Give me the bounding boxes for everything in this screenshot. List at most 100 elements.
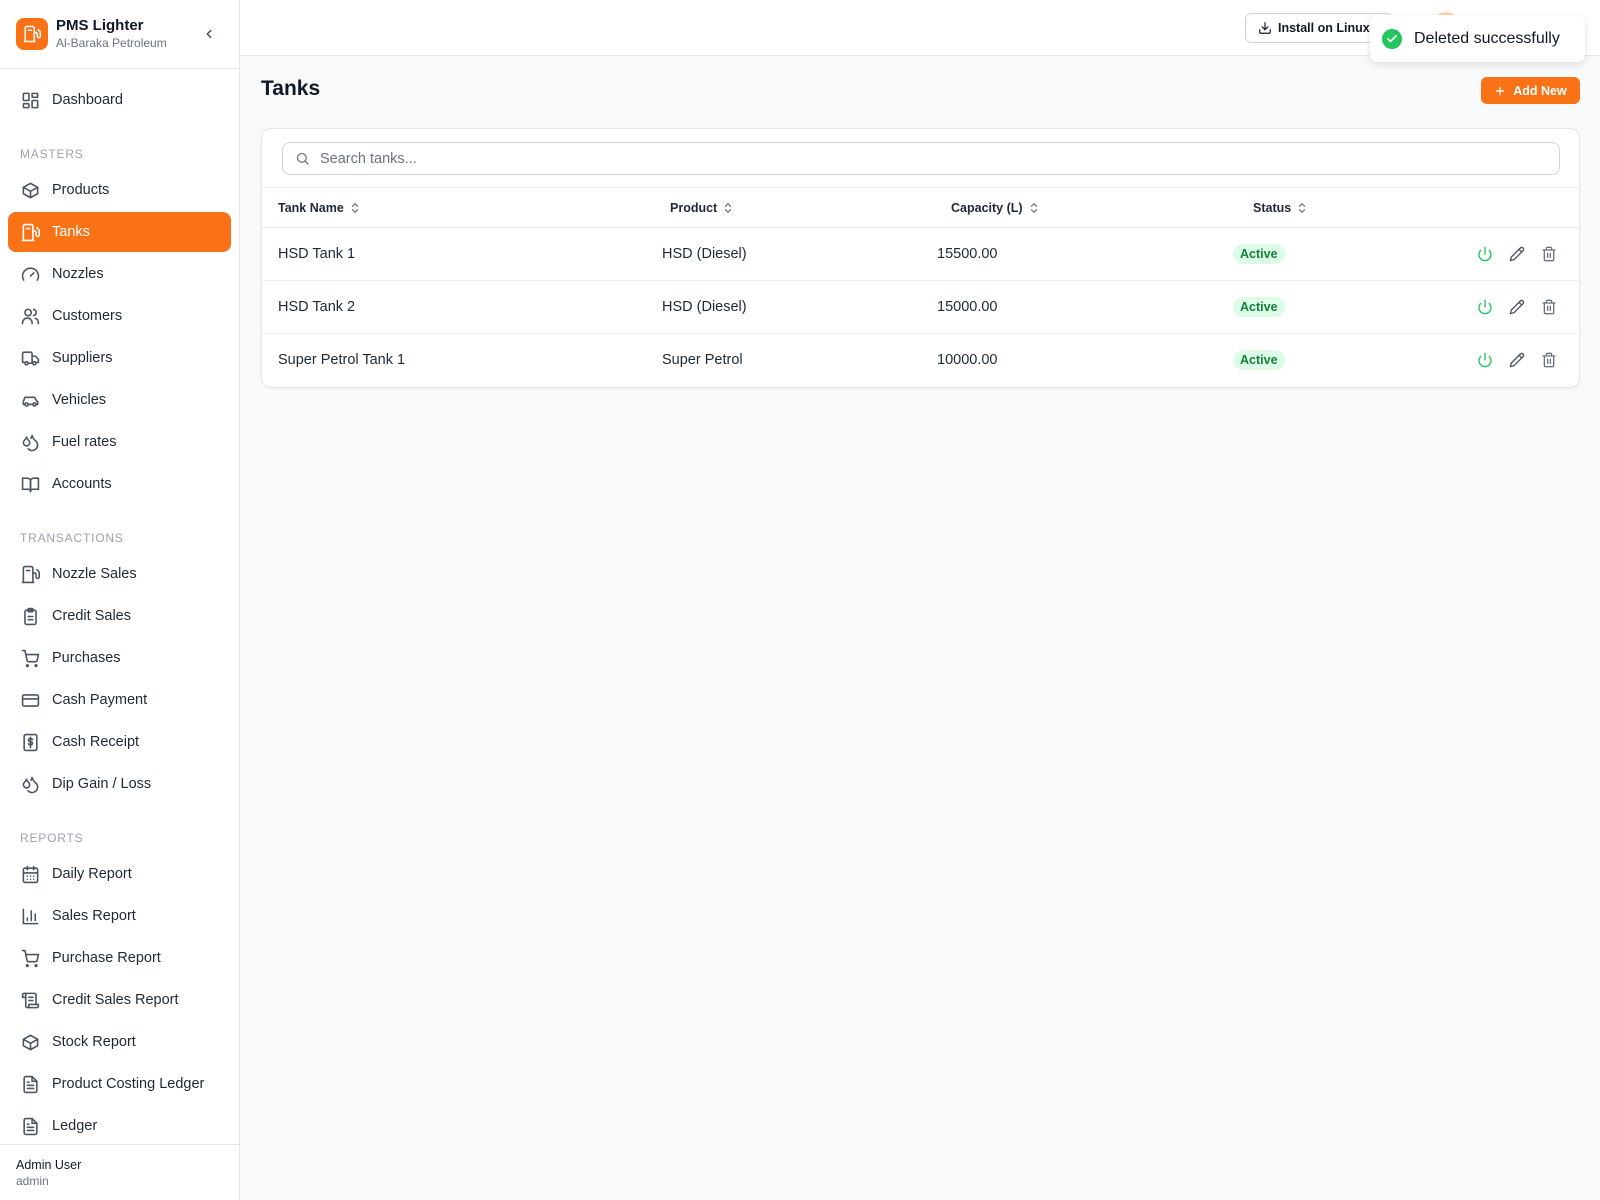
table-header: Tank Name Product Capacity (L) Status [262,187,1579,228]
sidebar-item-sales-report[interactable]: Sales Report [8,896,231,936]
pencil-icon [1509,299,1525,315]
collapse-sidebar-button[interactable] [199,24,219,44]
file-text-icon [20,1116,40,1136]
cell-capacity: 15500.00 [937,246,998,262]
delete-button[interactable] [1539,350,1559,370]
sidebar-item-purchases[interactable]: Purchases [8,638,231,678]
section-label-transactions: TRANSACTIONS [20,531,124,545]
sort-icon [725,203,732,213]
sidebar-nav: Dashboard MASTERS Products Tanks Nozzles Cu… [0,80,239,1142]
sidebar-item-daily-report[interactable]: Daily Report [8,854,231,894]
status-badge: Active [1233,350,1285,370]
search-input[interactable] [320,150,1547,167]
sidebar-item-label: Credit Sales Report [52,992,179,1008]
pencil-icon [1509,352,1525,368]
clipboard-icon [20,606,40,626]
sidebar-item-label: Nozzle Sales [52,566,137,582]
sidebar-item-label: Ledger [52,1118,98,1134]
table-row[interactable]: HSD Tank 2 HSD (Diesel) 15000.00 Active [262,281,1579,334]
status-badge: Active [1233,244,1285,264]
add-new-button[interactable]: Add New [1481,77,1580,104]
sidebar-item-suppliers[interactable]: Suppliers [8,338,231,378]
sidebar-item-products[interactable]: Products [8,170,231,210]
app-title: PMS Lighter [56,16,144,34]
column-label: Tank Name [278,201,344,215]
column-label: Capacity (L) [951,201,1023,215]
cell-capacity: 15000.00 [937,299,998,315]
sidebar-item-label: Cash Payment [52,692,148,708]
delete-button[interactable] [1539,244,1559,264]
edit-button[interactable] [1507,297,1527,317]
plus-icon [1496,86,1505,95]
sidebar-item-label: Stock Report [52,1034,136,1050]
cart-icon [20,948,40,968]
gauge-icon [20,264,40,284]
delete-button[interactable] [1539,297,1559,317]
sidebar-item-credit-sales-report[interactable]: Credit Sales Report [8,980,231,1020]
cell-status: Active [1233,228,1285,280]
sidebar-item-label: Dashboard [52,92,123,108]
check-circle-icon [1382,28,1402,49]
table-row[interactable]: HSD Tank 1 HSD (Diesel) 15500.00 Active [262,228,1579,281]
sidebar-item-label: Daily Report [52,866,132,882]
sidebar-item-label: Suppliers [52,350,113,366]
sidebar-item-tanks[interactable]: Tanks [8,212,231,252]
status-badge: Active [1233,297,1285,317]
users-icon [20,306,40,326]
section-label-reports: REPORTS [20,831,84,845]
sort-icon [351,203,358,213]
sidebar-item-label: Cash Receipt [52,734,140,750]
sidebar-item-credit-sales[interactable]: Credit Sales [8,596,231,636]
sidebar-item-cash-receipt[interactable]: Cash Receipt [8,722,231,762]
trash-icon [1542,299,1556,315]
section-label-masters: MASTERS [20,147,84,161]
edit-button[interactable] [1507,350,1527,370]
sidebar-item-nozzles[interactable]: Nozzles [8,254,231,294]
transactions-group: Nozzle Sales Credit Sales Purchases Cash Pa… [0,554,239,804]
sidebar-item-dashboard[interactable]: Dashboard [8,80,231,120]
sidebar: PMS Lighter Al-Baraka Petroleum Dashboar… [0,0,240,1200]
power-icon [1478,299,1492,315]
cell-status: Active [1233,334,1285,386]
sidebar-item-cash-payment[interactable]: Cash Payment [8,680,231,720]
calendar-icon [20,864,40,884]
download-icon [1259,22,1271,34]
sidebar-item-customers[interactable]: Customers [8,296,231,336]
sidebar-item-label: Sales Report [52,908,136,924]
sidebar-item-label: Purchases [52,650,121,666]
column-label: Status [1253,201,1292,215]
sidebar-item-ledger[interactable]: Ledger [8,1106,231,1142]
droplets-icon [20,432,40,452]
toggle-status-button[interactable] [1475,350,1495,370]
search-box[interactable] [282,142,1560,175]
trash-icon [1542,246,1556,262]
sidebar-item-accounts[interactable]: Accounts [8,464,231,504]
column-header-product[interactable]: Product [670,188,733,228]
column-header-capacity[interactable]: Capacity (L) [951,188,1039,228]
sidebar-item-purchase-report[interactable]: Purchase Report [8,938,231,978]
sidebar-item-dip-gain-loss[interactable]: Dip Gain / Loss [8,764,231,804]
sidebar-item-vehicles[interactable]: Vehicles [8,380,231,420]
user-profile[interactable]: Admin User admin [0,1144,239,1200]
cell-tank-name: HSD Tank 1 [278,246,356,262]
install-label: Install on Linux v [1278,21,1381,35]
table-row[interactable]: Super Petrol Tank 1 Super Petrol 10000.00 A… [262,334,1579,387]
box-icon [20,1032,40,1052]
sidebar-item-label: Vehicles [52,392,107,408]
sidebar-item-product-costing-ledger[interactable]: Product Costing Ledger [8,1064,231,1104]
toggle-status-button[interactable] [1475,244,1495,264]
droplets-icon [20,774,40,794]
column-header-tank-name[interactable]: Tank Name [278,188,360,228]
sidebar-item-fuel-rates[interactable]: Fuel rates [8,422,231,462]
add-new-label: Add New [1513,83,1567,98]
toggle-status-button[interactable] [1475,297,1495,317]
row-actions [1475,297,1571,317]
edit-button[interactable] [1507,244,1527,264]
fuel-pump-icon [20,222,40,242]
column-header-status[interactable]: Status [1253,188,1307,228]
cell-product: HSD (Diesel) [662,299,747,315]
user-role: admin [16,1174,49,1188]
search-icon [296,152,309,165]
sidebar-item-nozzle-sales[interactable]: Nozzle Sales [8,554,231,594]
sidebar-item-stock-report[interactable]: Stock Report [8,1022,231,1062]
